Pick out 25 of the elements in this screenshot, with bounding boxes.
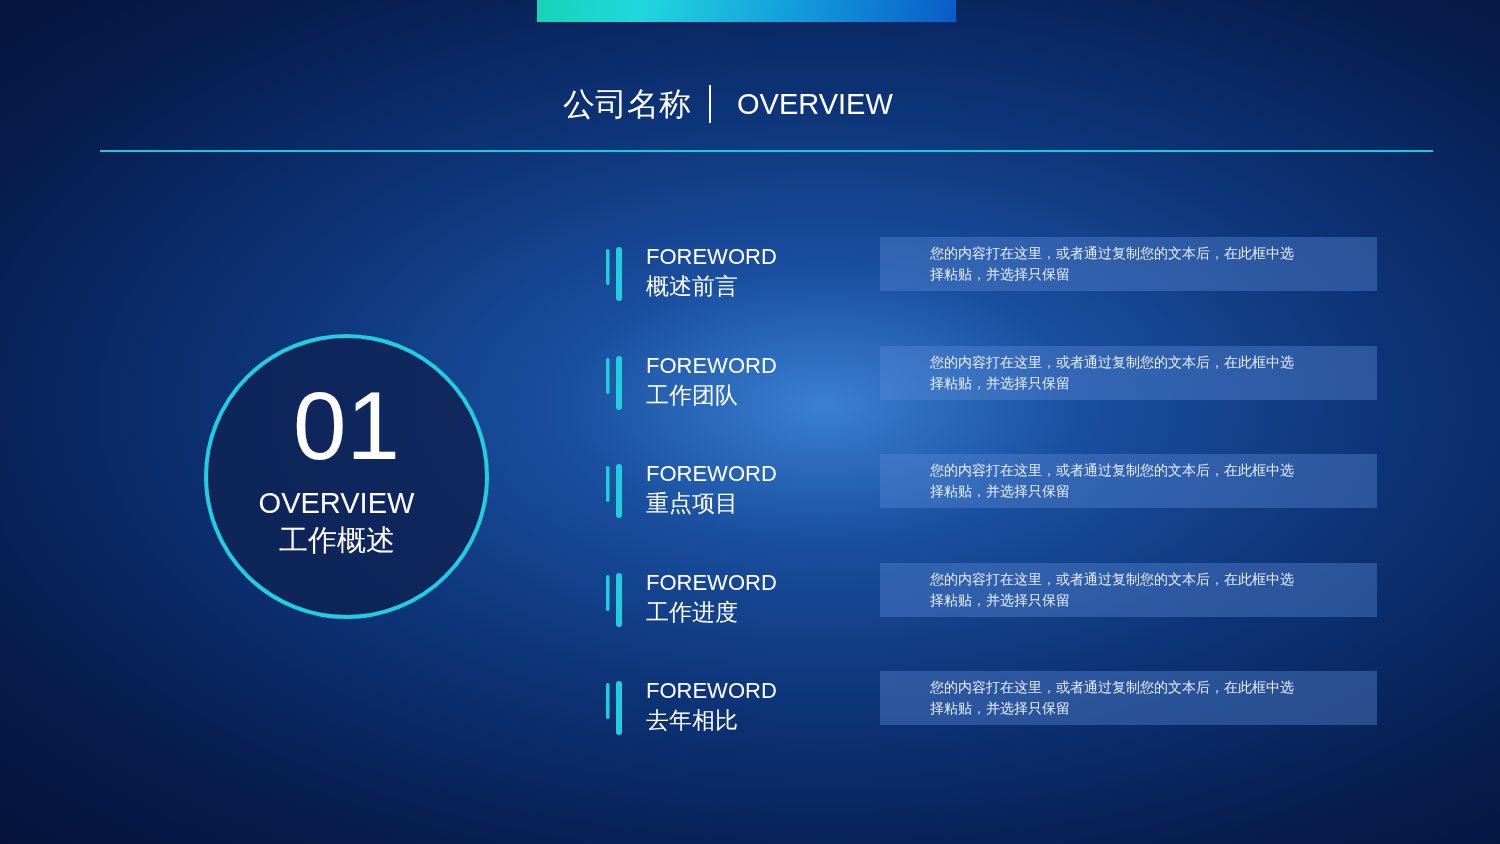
double-bar-icon [606, 681, 622, 735]
description-text: 您的内容打在这里，或者通过复制您的文本后，在此框中选择粘贴，并选择只保留 [930, 678, 1295, 718]
description-text: 您的内容打在这里，或者通过复制您的文本后，在此框中选择粘贴，并选择只保留 [930, 352, 1295, 393]
double-bar-icon [606, 572, 622, 627]
description-text: 您的内容打在这里，或者通过复制您的文本后，在此框中选择粘贴，并选择只保留 [930, 569, 1295, 610]
section-number: 01 [293, 376, 400, 476]
header-title: OVERVIEW [737, 87, 893, 122]
double-bar-icon [606, 355, 622, 410]
item-subtitle: 工作进度 [646, 597, 738, 627]
description-text: 您的内容打在这里，或者通过复制您的文本后，在此框中选择粘贴，并选择只保留 [930, 461, 1295, 501]
item-subtitle: 重点项目 [646, 489, 738, 518]
description-text: 您的内容打在这里，或者通过复制您的文本后，在此框中选择粘贴，并选择只保留 [930, 244, 1295, 284]
double-bar-icon [606, 247, 622, 301]
section-subtitle: 工作概述 [278, 523, 395, 558]
company-name: 公司名称 [563, 85, 691, 124]
item-title: FOREWORD [646, 677, 777, 705]
item-title: FOREWORD [646, 568, 777, 597]
item-subtitle: 概述前言 [646, 272, 738, 301]
item-title: FOREWORD [646, 460, 777, 488]
item-title: FOREWORD [646, 351, 777, 380]
item-subtitle: 工作团队 [646, 380, 738, 410]
item-subtitle: 去年相比 [646, 706, 738, 735]
section-title: OVERVIEW [258, 486, 415, 520]
double-bar-icon [606, 464, 622, 518]
item-title: FOREWORD [646, 243, 777, 271]
